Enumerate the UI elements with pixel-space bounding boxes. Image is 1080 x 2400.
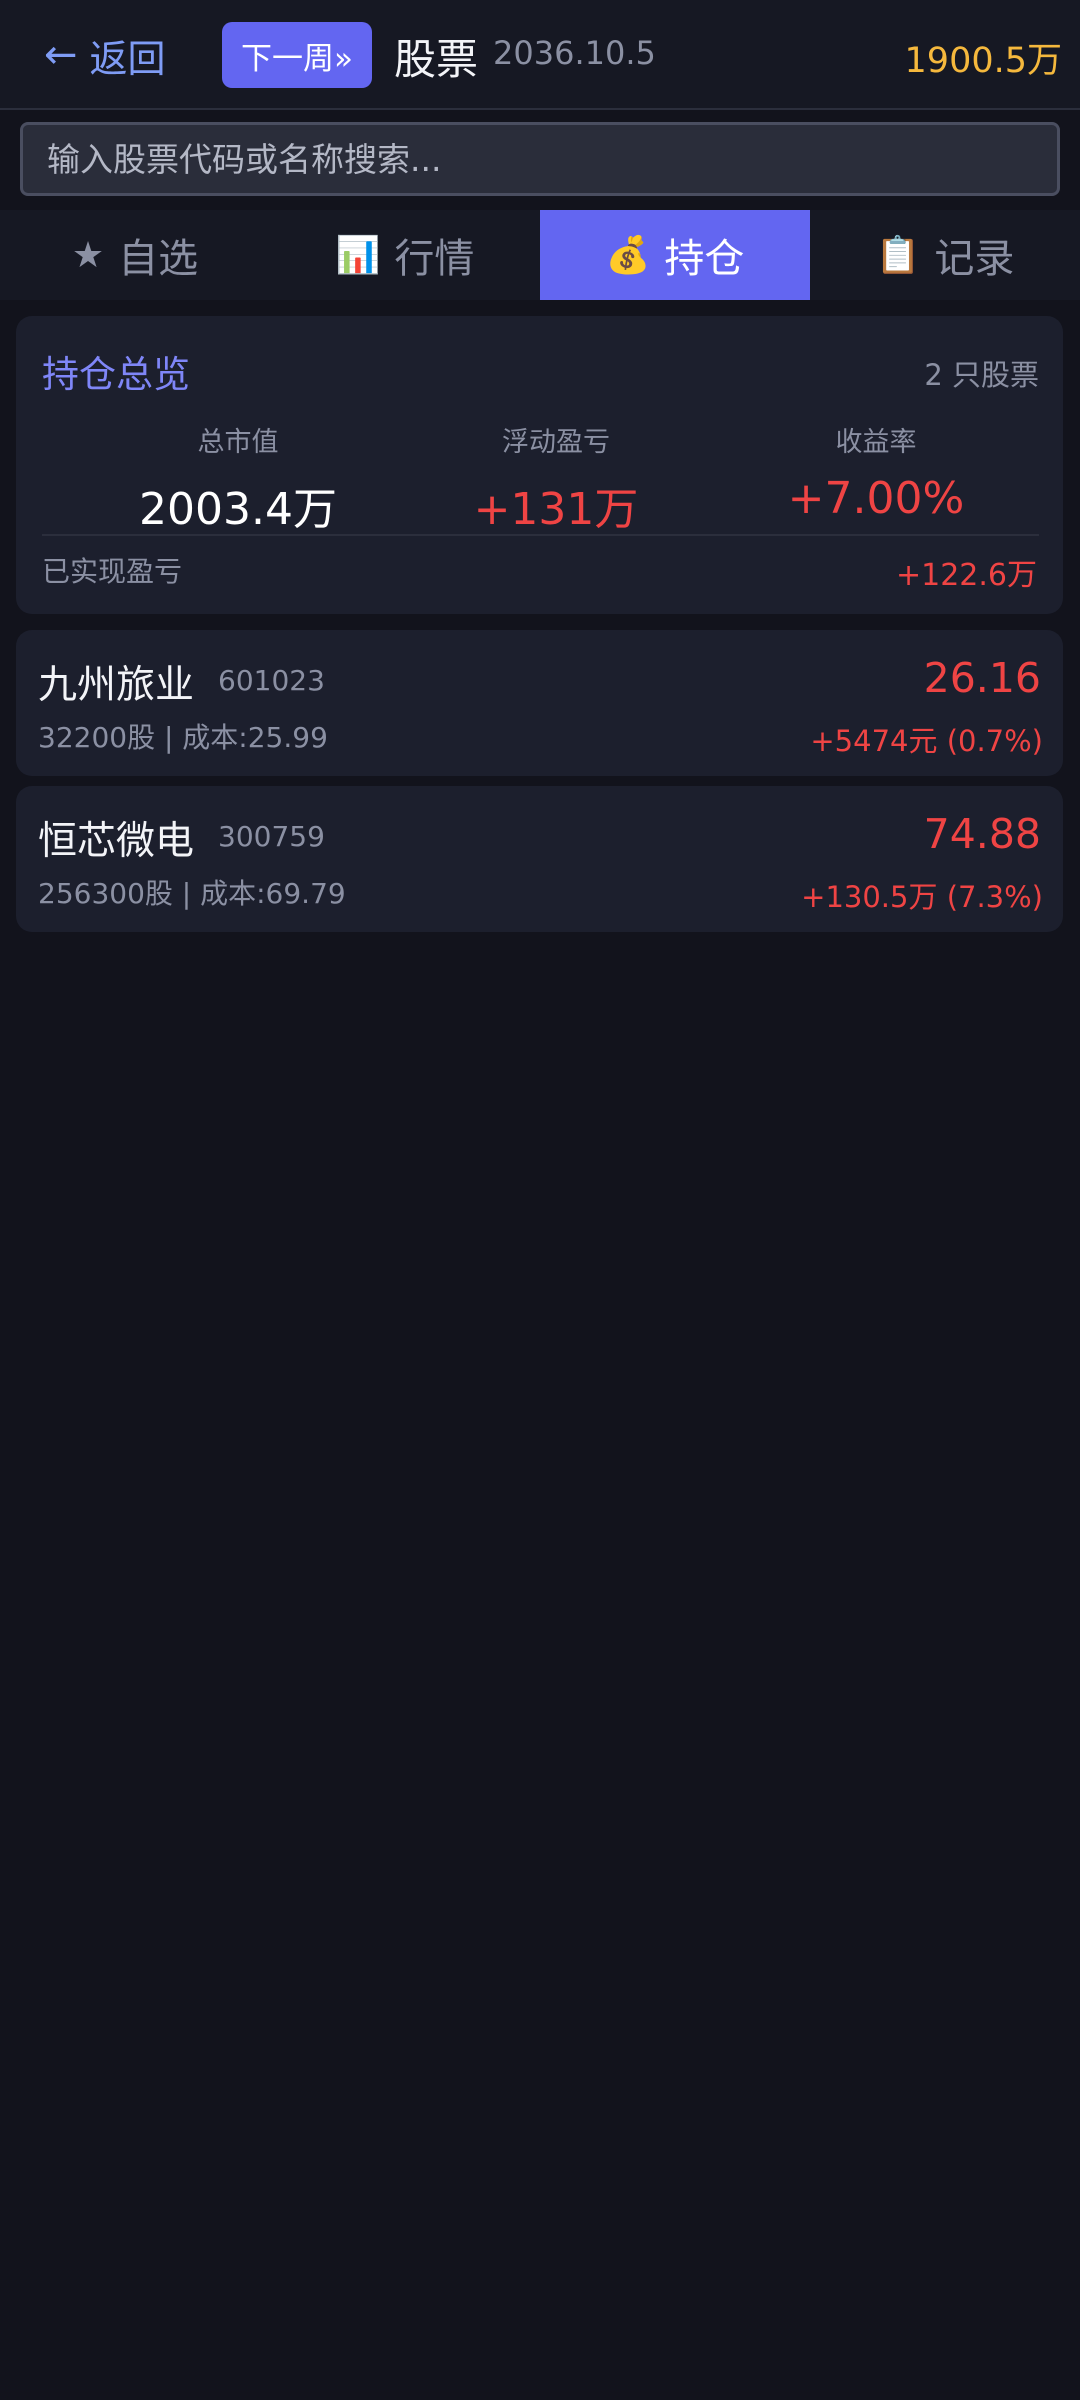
back-button[interactable]: ← 返回 (44, 28, 166, 82)
floating-pnl-label: 浮动盈亏 (502, 427, 610, 458)
realized-pnl: +122.6万 (895, 558, 1037, 593)
holdings-summary-card: 持仓总览 2 只股票 总市值 2003.4万 浮动盈亏 +131万 收益率 +7… (16, 316, 1063, 614)
stock-pnl: +5474元 (0.7%) (810, 724, 1043, 758)
tab-bar: ★ 自选 📊 行情 💰 持仓 📋 记录 (0, 210, 1080, 300)
search-box (20, 122, 1060, 196)
tab-label: 记录 (934, 236, 1015, 282)
divider (42, 534, 1039, 536)
holding-row[interactable]: 九州旅业 601023 32200股 | 成本:25.99 26.16 +547… (16, 630, 1063, 776)
tab-records[interactable]: 📋 记录 (810, 210, 1080, 300)
page-title: 股票 (394, 35, 479, 84)
total-value: 2003.4万 (139, 484, 337, 535)
position-info: 256300股 | 成本:69.79 (38, 877, 346, 910)
holdings-count: 2 只股票 (924, 358, 1039, 392)
realized-pnl-label: 已实现盈亏 (42, 555, 183, 588)
back-label: 返回 (89, 36, 166, 81)
cash-balance: 1900.5万 (904, 41, 1062, 81)
tab-holdings[interactable]: 💰 持仓 (540, 210, 810, 300)
stock-price: 74.88 (923, 810, 1041, 858)
back-arrow-icon: ← (44, 32, 78, 78)
clipboard-icon: 📋 (875, 235, 921, 276)
tab-label: 自选 (118, 236, 199, 282)
stock-name: 九州旅业 (38, 663, 195, 708)
tab-label: 行情 (394, 236, 475, 282)
total-value-label: 总市值 (197, 427, 279, 458)
current-date: 2036.10.5 (493, 34, 656, 72)
money-bag-icon: 💰 (605, 235, 651, 276)
stock-code: 601023 (218, 664, 325, 697)
next-week-button[interactable]: 下一周» (222, 22, 372, 88)
stock-pnl: +130.5万 (7.3%) (801, 880, 1043, 914)
tab-watchlist[interactable]: ★ 自选 (0, 210, 270, 300)
top-bar: ← 返回 下一周» 股票 2036.10.5 1900.5万 (0, 0, 1080, 110)
return-rate-label: 收益率 (835, 427, 917, 458)
floating-pnl-metric: 浮动盈亏 +131万 (406, 420, 706, 537)
tab-market[interactable]: 📊 行情 (270, 210, 540, 300)
search-input[interactable] (23, 125, 1057, 193)
stock-price: 26.16 (923, 654, 1041, 702)
stock-code: 300759 (218, 820, 325, 853)
summary-title: 持仓总览 (42, 353, 190, 396)
bar-chart-icon: 📊 (335, 235, 381, 276)
total-value-metric: 总市值 2003.4万 (88, 420, 388, 537)
return-rate-metric: 收益率 +7.00% (726, 420, 1026, 524)
return-rate: +7.00% (787, 473, 965, 524)
stock-name: 恒芯微电 (38, 819, 195, 864)
floating-pnl: +131万 (473, 484, 639, 535)
tab-label: 持仓 (664, 236, 745, 282)
star-icon: ★ (71, 234, 105, 276)
position-info: 32200股 | 成本:25.99 (38, 721, 328, 754)
holding-row[interactable]: 恒芯微电 300759 256300股 | 成本:69.79 74.88 +13… (16, 786, 1063, 932)
